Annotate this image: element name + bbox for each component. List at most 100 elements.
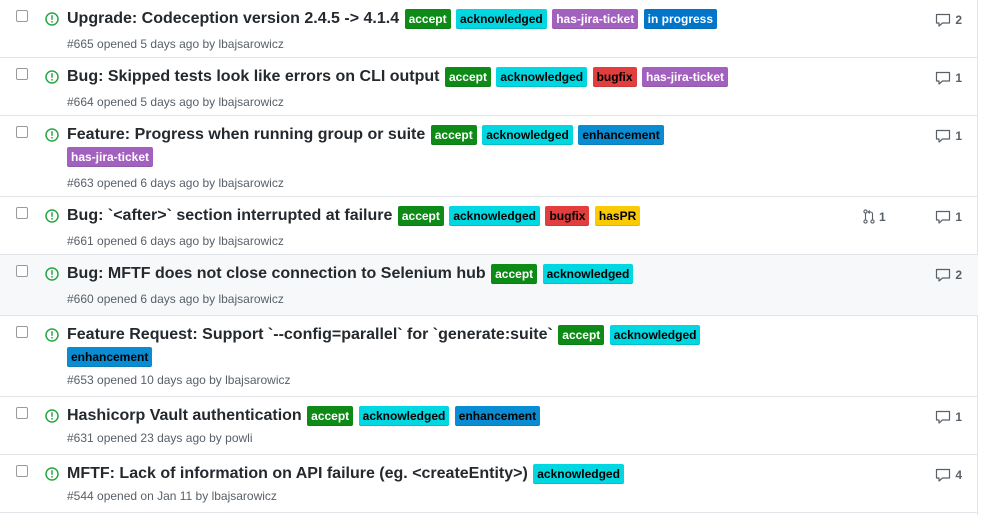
comment-count: 2: [955, 13, 962, 27]
issue-title-link[interactable]: MFTF: Lack of information on API failure…: [67, 465, 528, 482]
issue-title-line: Feature Request: Support `--config=paral…: [67, 324, 778, 368]
issue-author-link[interactable]: lbajsarowicz: [225, 373, 290, 387]
issue-author-link[interactable]: lbajsarowicz: [218, 37, 283, 51]
issue-title-link[interactable]: Bug: Skipped tests look like errors on C…: [67, 68, 439, 85]
issue-title-line: Upgrade: Codeception version 2.4.5 -> 4.…: [67, 8, 778, 30]
issue-title-line: Bug: MFTF does not close connection to S…: [67, 263, 778, 285]
issue-title-link[interactable]: Feature: Progress when running group or …: [67, 126, 425, 143]
label-has-jira-ticket[interactable]: has-jira-ticket: [552, 9, 639, 29]
label-enhancement[interactable]: enhancement: [578, 125, 664, 145]
label-acknowledged[interactable]: acknowledged: [542, 264, 634, 284]
comment-count: 4: [955, 468, 962, 482]
comment-count: 1: [955, 129, 962, 143]
issue-title-link[interactable]: Bug: `<after>` section interrupted at fa…: [67, 207, 392, 224]
issue-checkbox[interactable]: [16, 265, 28, 277]
label-accept[interactable]: accept: [397, 206, 444, 226]
comments-link[interactable]: 1: [935, 410, 962, 424]
comment-icon: [936, 468, 951, 482]
label-haspr[interactable]: hasPR: [594, 206, 641, 226]
label-accept[interactable]: accept: [491, 264, 538, 284]
comment-count: 1: [955, 71, 962, 85]
issue-row: Hashicorp Vault authentication accept ac…: [0, 397, 978, 455]
label-bugfix[interactable]: bugfix: [592, 67, 637, 87]
comments-link[interactable]: 4: [935, 468, 962, 482]
issue-author-link[interactable]: lbajsarowicz: [218, 292, 283, 306]
comments-link[interactable]: 1: [935, 71, 962, 85]
issue-meta-text: #544 opened on Jan 11 by: [67, 489, 212, 503]
label-enhancement[interactable]: enhancement: [67, 347, 153, 367]
label-in-progress[interactable]: in progress: [643, 9, 718, 29]
comment-count: 1: [955, 410, 962, 424]
issue-checkbox[interactable]: [16, 407, 28, 419]
issue-title-link[interactable]: Hashicorp Vault authentication: [67, 407, 302, 424]
issue-row: Upgrade: Codeception version 2.4.5 -> 4.…: [0, 0, 978, 58]
issue-title-line: Hashicorp Vault authentication accept ac…: [67, 405, 778, 427]
issue-row: MFTF: Lack of information on API failure…: [0, 455, 978, 513]
label-bugfix[interactable]: bugfix: [545, 206, 590, 226]
label-acknowledged[interactable]: acknowledged: [533, 464, 624, 484]
issue-checkbox[interactable]: [16, 207, 28, 219]
issue-meta: #665 opened 5 days ago by lbajsarowicz: [67, 37, 284, 51]
label-accept[interactable]: accept: [307, 406, 354, 426]
issue-checkbox[interactable]: [16, 326, 28, 338]
issue-checkbox[interactable]: [16, 126, 28, 138]
issue-checkbox[interactable]: [16, 465, 28, 477]
comment-count: 2: [955, 268, 962, 282]
label-acknowledged[interactable]: acknowledged: [496, 67, 588, 87]
issue-meta-text: #631 opened 23 days ago by: [67, 431, 226, 445]
comments-link[interactable]: 1: [935, 129, 962, 143]
label-acknowledged[interactable]: acknowledged: [358, 406, 450, 426]
label-acknowledged[interactable]: acknowledged: [609, 325, 701, 345]
issue-meta-text: #664 opened 5 days ago by: [67, 95, 219, 109]
issue-opened-icon: [45, 70, 59, 84]
pull-request-icon: [863, 209, 875, 224]
label-acknowledged[interactable]: acknowledged: [449, 206, 541, 226]
issue-author-link[interactable]: powli: [225, 431, 252, 445]
label-has-jira-ticket[interactable]: has-jira-ticket: [642, 67, 729, 87]
issue-meta: #653 opened 10 days ago by lbajsarowicz: [67, 373, 291, 387]
linked-pull-requests-link[interactable]: 1: [863, 209, 886, 224]
comment-icon: [936, 129, 951, 143]
issue-opened-icon: [45, 328, 59, 342]
issue-opened-icon: [45, 209, 59, 223]
issue-row: Bug: MFTF does not close connection to S…: [0, 255, 978, 316]
issue-title-link[interactable]: Bug: MFTF does not close connection to S…: [67, 265, 486, 282]
comment-icon: [936, 13, 951, 27]
issue-opened-icon: [45, 128, 59, 142]
issue-opened-icon: [45, 12, 59, 26]
label-accept[interactable]: accept: [444, 67, 491, 87]
comments-link[interactable]: 2: [935, 268, 962, 282]
issue-author-link[interactable]: lbajsarowicz: [218, 95, 283, 109]
issue-meta: #631 opened 23 days ago by powli: [67, 431, 253, 445]
issue-title-link[interactable]: Upgrade: Codeception version 2.4.5 -> 4.…: [67, 10, 399, 27]
issue-opened-icon: [45, 409, 59, 423]
label-enhancement[interactable]: enhancement: [454, 406, 541, 426]
label-accept[interactable]: accept: [430, 125, 477, 145]
issue-meta: #663 opened 6 days ago by lbajsarowicz: [67, 176, 284, 190]
label-acknowledged[interactable]: acknowledged: [456, 9, 547, 29]
issue-row: Bug: Skipped tests look like errors on C…: [0, 58, 978, 116]
issue-author-link[interactable]: lbajsarowicz: [218, 176, 283, 190]
issue-list: Upgrade: Codeception version 2.4.5 -> 4.…: [0, 0, 978, 515]
issue-title-link[interactable]: Feature Request: Support `--config=paral…: [67, 326, 553, 343]
label-has-jira-ticket[interactable]: has-jira-ticket: [67, 147, 154, 167]
issue-meta-text: #660 opened 6 days ago by: [67, 292, 219, 306]
issue-meta: #660 opened 6 days ago by lbajsarowicz: [67, 292, 284, 306]
issue-meta: #544 opened on Jan 11 by lbajsarowicz: [67, 489, 277, 503]
issue-meta-text: #663 opened 6 days ago by: [67, 176, 219, 190]
issue-author-link[interactable]: lbajsarowicz: [212, 489, 277, 503]
label-accept[interactable]: accept: [558, 325, 605, 345]
issue-checkbox[interactable]: [16, 68, 28, 80]
issue-checkbox[interactable]: [16, 10, 28, 22]
issue-opened-icon: [45, 267, 59, 281]
comments-link[interactable]: 1: [935, 210, 962, 224]
issue-author-link[interactable]: lbajsarowicz: [218, 234, 283, 248]
issue-meta: #661 opened 6 days ago by lbajsarowicz: [67, 234, 284, 248]
issue-meta-text: #665 opened 5 days ago by: [67, 37, 219, 51]
comments-link[interactable]: 2: [935, 13, 962, 27]
label-accept[interactable]: accept: [404, 9, 451, 29]
issue-row: Bug: `<after>` section interrupted at fa…: [0, 197, 978, 255]
linked-pr-count: 1: [879, 209, 886, 224]
issue-title-line: Bug: `<after>` section interrupted at fa…: [67, 205, 778, 227]
label-acknowledged[interactable]: acknowledged: [482, 125, 573, 145]
